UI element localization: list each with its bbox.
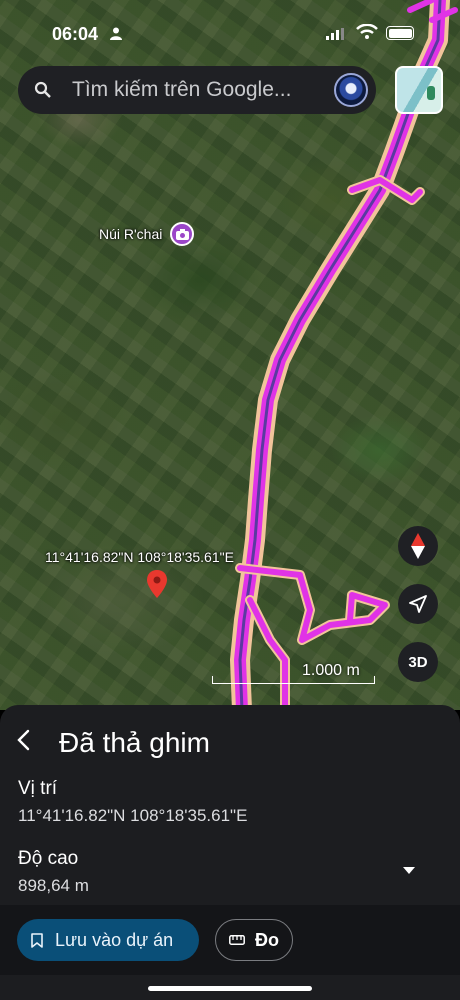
3d-label: 3D: [408, 653, 428, 671]
search-icon: [34, 81, 51, 98]
map-layers-icon[interactable]: [395, 66, 443, 114]
pin-coordinates-label: 11°41'16.82"N 108°18'35.61"E: [45, 549, 234, 565]
compass-button[interactable]: [398, 526, 438, 566]
home-indicator[interactable]: [148, 986, 312, 991]
sheet-header: Đã thả ghim: [0, 719, 460, 759]
location-arrow-icon: [409, 595, 427, 613]
avatar[interactable]: [334, 73, 368, 107]
sheet-title: Đã thả ghim: [59, 727, 210, 758]
search-input[interactable]: Tìm kiếm trên Google...: [72, 78, 291, 102]
save-to-project-button[interactable]: Lưu vào dự án: [17, 919, 199, 961]
location-value: 11°41'16.82"N 108°18'35.61"E: [18, 806, 248, 825]
ruler-icon: [229, 935, 245, 945]
scale-bar: 1.000 m: [212, 662, 375, 684]
bookmark-icon: [31, 932, 43, 948]
map-pin-icon[interactable]: [147, 570, 167, 598]
location-label: Vị trí: [18, 778, 58, 799]
chevron-down-icon[interactable]: [403, 867, 415, 875]
poi-label: Núi R'chai: [99, 226, 163, 242]
poi-marker[interactable]: Núi R'chai: [99, 222, 195, 246]
wifi-icon: [356, 24, 378, 39]
battery-icon: [386, 26, 414, 40]
my-location-button[interactable]: [398, 584, 438, 624]
search-bar[interactable]: Tìm kiếm trên Google...: [18, 66, 376, 114]
elevation-value: 898,64 m: [18, 876, 89, 895]
person-icon: [110, 27, 122, 40]
measure-label: Đo: [255, 929, 279, 950]
compass-icon: [411, 533, 425, 559]
3d-toggle-button[interactable]: 3D: [398, 642, 438, 682]
measure-button[interactable]: Đo: [215, 919, 293, 961]
action-bar: Lưu vào dự án Đo: [0, 905, 460, 975]
camera-icon: [170, 222, 195, 246]
save-label: Lưu vào dự án: [55, 929, 174, 950]
back-icon[interactable]: [16, 729, 32, 751]
signal-icon: [326, 28, 344, 40]
clock: 06:04: [52, 24, 99, 44]
status-bar: 06:04: [0, 0, 460, 66]
scale-line: [212, 676, 375, 684]
elevation-label: Độ cao: [18, 848, 79, 869]
